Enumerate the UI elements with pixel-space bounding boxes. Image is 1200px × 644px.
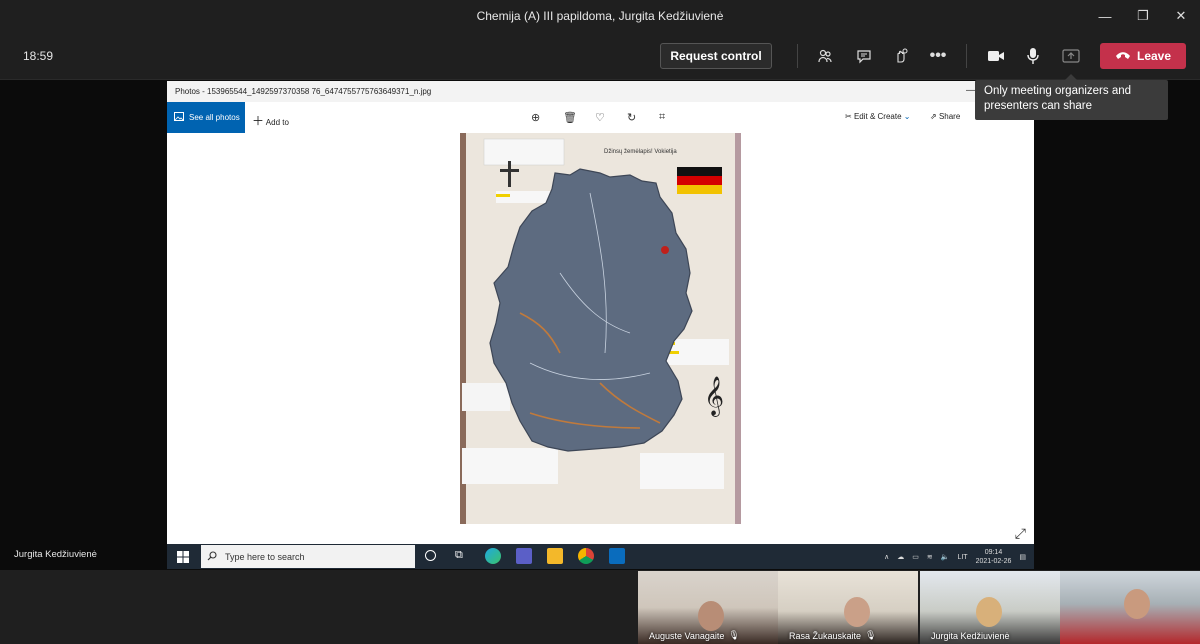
participant-tile[interactable]: Rasa Žukauskaite 🎙	[778, 571, 918, 644]
chrome-icon[interactable]	[578, 548, 594, 564]
shared-screen: Photos - 153965544_1492597370358 76_6474…	[167, 81, 1034, 569]
add-to-button[interactable]: ＋ Add to	[252, 112, 289, 129]
search-icon	[207, 550, 217, 563]
divider	[966, 44, 967, 68]
camera-icon[interactable]	[985, 46, 1007, 66]
photo-viewer-image: 𝄞 Džinsų žemėlapis! Vokietija	[460, 133, 741, 524]
participant-name: Jurgita Kedžiuvienė	[931, 631, 1010, 641]
photos-icon	[174, 112, 184, 123]
edit-icon: ✂	[845, 112, 852, 121]
leave-label: Leave	[1136, 49, 1172, 63]
teams-icon[interactable]	[516, 548, 532, 564]
chevron-down-icon: ⌄	[903, 112, 911, 121]
add-to-label: Add to	[265, 118, 289, 127]
start-icon[interactable]	[177, 550, 189, 568]
window-title: Chemija (A) III papildoma, Jurgita Kedži…	[476, 9, 724, 23]
divider	[797, 44, 798, 68]
participants-icon[interactable]	[814, 46, 836, 66]
chevron-up-icon[interactable]: ∧	[884, 553, 889, 561]
presenter-name: Jurgita Kedžiuvienė	[14, 549, 97, 560]
notifications-icon[interactable]: ▤	[1019, 553, 1026, 561]
call-duration: 18:59	[23, 49, 54, 63]
photos-app-icon[interactable]	[609, 548, 625, 564]
volume-icon[interactable]: 🔈	[941, 553, 950, 561]
window-controls: — ❐ ✕	[1086, 0, 1200, 32]
taskbar-clock[interactable]: 09:14 2021-02-26	[976, 548, 1012, 566]
microphone-icon: 🎙	[728, 630, 740, 640]
cortana-icon[interactable]	[425, 550, 436, 561]
favorite-icon[interactable]: ♡	[595, 111, 605, 124]
taskbar-search-input[interactable]: Type here to search	[201, 545, 415, 568]
battery-icon[interactable]: ▭	[912, 553, 919, 561]
call-controls-bar: 18:59 Request control ••• Leave	[0, 32, 1200, 80]
taskbar-time: 09:14	[984, 549, 1003, 556]
germany-denim-map-image: 𝄞	[460, 133, 741, 524]
share-arrow-icon: ⇗	[930, 112, 937, 121]
participant-name: Auguste Vanagaite 🎙	[649, 630, 740, 641]
avatar	[976, 597, 1002, 627]
window-titlebar: Chemija (A) III papildoma, Jurgita Kedži…	[0, 0, 1200, 32]
expand-icon[interactable]: ⤢	[1015, 525, 1026, 542]
chat-icon[interactable]	[853, 46, 875, 66]
avatar	[844, 597, 870, 627]
task-view-icon[interactable]: ⧉	[455, 549, 463, 562]
zoom-icon[interactable]: ⊕	[531, 111, 540, 124]
share-button[interactable]: ⇗ Share	[930, 112, 960, 121]
avatar	[698, 601, 724, 631]
avatar	[1124, 589, 1150, 619]
share-tooltip: Only meeting organizers and presenters c…	[975, 74, 1168, 120]
leave-button[interactable]: Leave	[1100, 43, 1186, 69]
share-icon[interactable]	[1060, 46, 1082, 66]
reactions-icon[interactable]	[890, 46, 912, 66]
phone-hangup-icon	[1115, 49, 1131, 63]
photos-title: Photos - 153965544_1492597370358 76_6474…	[175, 87, 432, 96]
plus-icon: ＋	[252, 114, 265, 128]
edit-create-button[interactable]: ✂ Edit & Create ⌄	[845, 112, 910, 121]
microphone-icon: 🎙	[865, 630, 877, 640]
cloud-icon[interactable]: ☁	[897, 553, 904, 561]
request-control-button[interactable]: Request control	[660, 43, 772, 69]
rotate-icon[interactable]: ↻	[627, 111, 636, 124]
photo-caption: Džinsų žemėlapis! Vokietija	[604, 149, 677, 155]
minimize-icon[interactable]: —	[1086, 0, 1124, 32]
participant-tile[interactable]: Jurgita Kedžiuvienė	[920, 571, 1060, 644]
crop-icon[interactable]: ⌗	[659, 111, 665, 124]
more-icon[interactable]: •••	[927, 46, 949, 66]
participant-tile[interactable]: Auguste Vanagaite 🎙	[638, 571, 778, 644]
participant-name: Rasa Žukauskaite 🎙	[789, 630, 877, 641]
taskbar-date: 2021-02-26	[975, 558, 1012, 565]
language-indicator[interactable]: LIT	[957, 554, 967, 561]
windows-taskbar: Type here to search ⧉ ∧ ☁ ▭ ≋ 🔈 LIT 09:1…	[167, 544, 1034, 569]
wifi-icon[interactable]: ≋	[927, 553, 933, 561]
participant-tile[interactable]	[1060, 571, 1200, 644]
file-explorer-icon[interactable]	[547, 548, 563, 564]
search-placeholder: Type here to search	[225, 551, 305, 562]
see-all-photos-button[interactable]: See all photos	[167, 102, 245, 133]
microphone-icon[interactable]	[1022, 46, 1044, 66]
restore-icon[interactable]: ❐	[1124, 0, 1162, 32]
svg-text:𝄞: 𝄞	[704, 376, 724, 417]
photos-titlebar: Photos - 153965544_1492597370358 76_6474…	[167, 81, 1034, 102]
see-all-photos-label: See all photos	[189, 113, 240, 122]
delete-icon[interactable]: 🗑	[563, 111, 577, 124]
photos-toolbar: See all photos ＋ Add to ⊕ 🗑 ♡ ↻ ⌗ ✂ Edit…	[167, 102, 1034, 133]
edge-icon[interactable]	[485, 548, 501, 564]
close-icon[interactable]: ✕	[1162, 0, 1200, 32]
system-tray: ∧ ☁ ▭ ≋ 🔈 LIT 09:14 2021-02-26 ▤	[884, 547, 1026, 567]
edit-create-label: Edit & Create	[853, 112, 902, 121]
share-label: Share	[938, 112, 961, 121]
